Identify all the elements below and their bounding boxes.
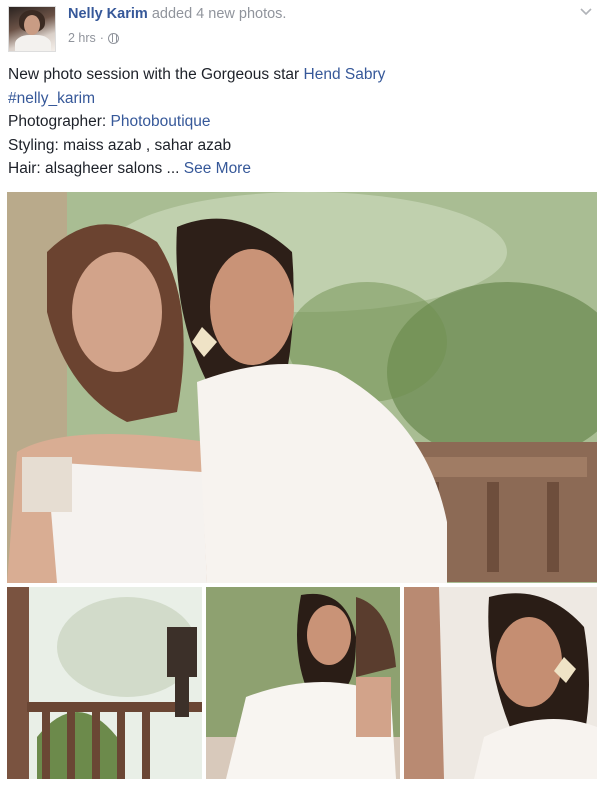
see-more-link[interactable]: See More <box>184 160 251 177</box>
chevron-down-icon[interactable] <box>579 6 593 20</box>
photo-thumbnail-2[interactable] <box>206 587 400 779</box>
post-text: New photo session with the Gorgeous star… <box>8 63 607 181</box>
main-photo[interactable] <box>7 192 597 583</box>
post-meta: 2 hrs · <box>68 31 119 45</box>
post-text-line-4: Styling: maiss azab , sahar azab <box>8 136 232 154</box>
post-action-text: added 4 new photos. <box>151 6 287 22</box>
hashtag-link[interactable]: #nelly_karim <box>8 90 95 107</box>
meta-separator: · <box>99 31 104 45</box>
post-text-line-3-prefix: Photographer: <box>8 113 111 130</box>
author-name-link[interactable]: Nelly Karim <box>68 6 148 22</box>
post-header: Nelly Karim added 4 new photos. 2 hrs · <box>8 4 607 52</box>
author-avatar[interactable] <box>8 6 56 52</box>
post-text-line-5-text: Hair: alsagheer salons ... <box>8 160 180 177</box>
post-text-line-3: Photographer: Photoboutique <box>8 110 607 134</box>
post-title-line: Nelly Karim added 4 new photos. <box>68 6 286 22</box>
post-text-line-5: Hair: alsagheer salons ... See More <box>8 157 607 181</box>
post-text-line-1-prefix: New photo session with the Gorgeous star <box>8 66 304 83</box>
mention-link-hend-sabry[interactable]: Hend Sabry <box>304 66 386 83</box>
photographer-link[interactable]: Photoboutique <box>111 113 211 130</box>
post-text-line-1: New photo session with the Gorgeous star… <box>8 63 607 87</box>
photo-thumbnail-3[interactable] <box>404 587 597 779</box>
feed-post: Nelly Karim added 4 new photos. 2 hrs · … <box>0 0 615 789</box>
post-text-line-2: #nelly_karim <box>8 87 607 111</box>
post-timestamp[interactable]: 2 hrs <box>68 31 96 45</box>
globe-icon[interactable] <box>107 32 119 44</box>
photo-thumbnail-1[interactable] <box>7 587 202 779</box>
